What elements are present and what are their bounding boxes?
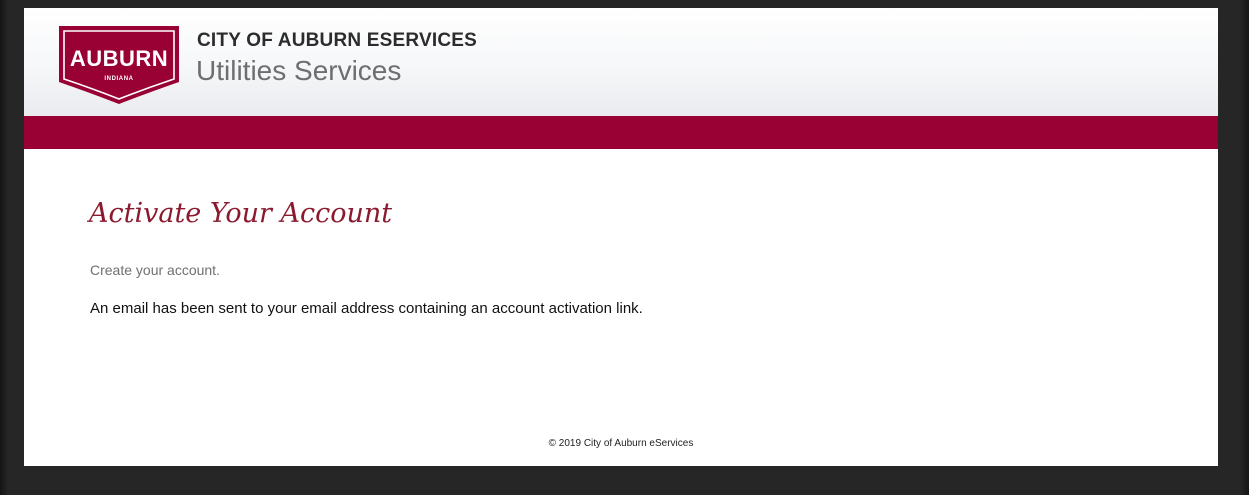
svg-text:INDIANA: INDIANA [104, 76, 133, 82]
city-logo[interactable]: AUBURN INDIANA [55, 22, 183, 106]
page-container: AUBURN INDIANA CITY OF AUBURN ESERVICES … [24, 8, 1218, 466]
brand-band [24, 116, 1218, 149]
page-title: Activate Your Account [89, 198, 393, 229]
service-name: Utilities Services [196, 55, 402, 86]
page-subtitle: Create your account. [90, 262, 220, 278]
footer-copyright: © 2019 City of Auburn eServices [548, 438, 694, 449]
auburn-shield-icon: AUBURN INDIANA [59, 26, 179, 104]
svg-text:AUBURN: AUBURN [70, 46, 168, 71]
activation-message: An email has been sent to your email add… [90, 300, 643, 317]
site-header: AUBURN INDIANA CITY OF AUBURN ESERVICES … [24, 8, 1218, 116]
org-name: CITY OF AUBURN ESERVICES [197, 30, 477, 51]
